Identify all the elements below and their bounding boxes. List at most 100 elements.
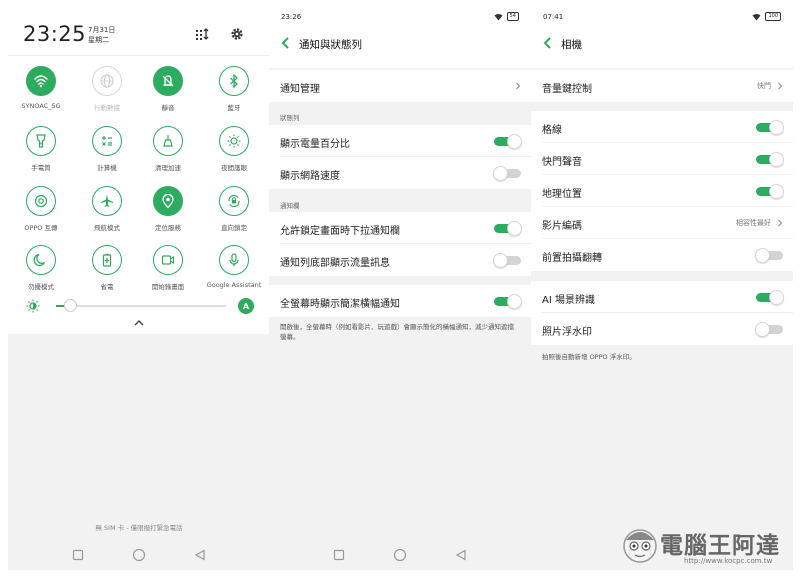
quick-tile-sun-eye[interactable]: 夜間護眼 xyxy=(203,126,265,172)
nav-bar xyxy=(269,540,531,570)
row-label: 快門聲音 xyxy=(542,157,582,168)
quick-tile-location[interactable]: 定位服務 xyxy=(137,186,199,232)
recents-square-icon[interactable] xyxy=(72,549,84,561)
row-label: 地理位置 xyxy=(542,189,582,200)
quick-tile-calculator[interactable]: 計算機 xyxy=(76,126,138,172)
tile-label: 夜間護眼 xyxy=(221,164,247,172)
tile-circle xyxy=(92,186,122,216)
weekday-text: 星期二 xyxy=(88,36,109,44)
battery-save-icon xyxy=(102,253,112,267)
tile-label: 飛航模式 xyxy=(94,224,120,232)
quick-tile-airplane[interactable]: 飛航模式 xyxy=(76,186,138,232)
gear-icon[interactable] xyxy=(229,26,245,42)
photo-watermark-description: 拍照後自動新增 OPPO 浮水印。 xyxy=(542,353,636,361)
location-row[interactable]: 地理位置 xyxy=(531,175,793,207)
quick-tile-wifi[interactable]: SYNOAC_5G xyxy=(10,66,72,110)
quick-tile-moon[interactable]: 勿擾模式 xyxy=(10,245,72,291)
recents-square-icon[interactable] xyxy=(333,549,345,561)
battery-percent-row[interactable]: 顯示電量百分比 xyxy=(269,125,531,157)
toggle-knob xyxy=(493,166,508,181)
tile-label: 手電筒 xyxy=(31,164,51,172)
site-watermark: 電腦王阿達 http://www.kocpc.com.tw xyxy=(616,520,796,574)
quick-tile-flashlight[interactable]: 手電筒 xyxy=(10,126,72,172)
photo-watermark-row[interactable]: 照片浮水印 xyxy=(531,313,793,345)
tile-circle xyxy=(92,126,122,156)
quick-tile-mic[interactable]: Google Assistant xyxy=(203,245,265,289)
tile-circle xyxy=(219,186,249,216)
lock-pulldown-toggle[interactable] xyxy=(494,221,522,236)
tile-circle xyxy=(153,66,183,96)
mic-icon xyxy=(229,253,239,266)
row-value: 快門 xyxy=(757,82,771,90)
quick-tile-bluetooth[interactable]: 藍牙 xyxy=(203,66,265,112)
quick-tile-screen-record[interactable]: 開始錄畫面 xyxy=(137,245,199,291)
front-mirror-row[interactable]: 前置拍攝翻轉 xyxy=(531,239,793,271)
volume-key-row[interactable]: 音量鍵控制 快門 xyxy=(531,70,793,102)
screenshot-frame: 23:25 7月31日 星期二 SYNOAC_5G 行動數據 靜音 藍牙 手電筒 計算機 清… xyxy=(0,0,800,578)
quick-tile-battery-save[interactable]: 省電 xyxy=(76,245,138,291)
header-divider xyxy=(8,55,270,56)
rotation-lock-icon xyxy=(228,194,240,208)
back-triangle-icon[interactable] xyxy=(455,549,467,561)
brightness-track[interactable] xyxy=(62,305,226,307)
location-toggle[interactable] xyxy=(756,184,784,199)
row-label: 允許鎖定畫面時下拉通知欄 xyxy=(280,226,400,237)
quick-tile-broom[interactable]: 清理加速 xyxy=(137,126,199,172)
toggle-knob xyxy=(493,253,508,268)
back-arrow-icon[interactable] xyxy=(541,36,555,50)
fullscreen-banner-toggle[interactable] xyxy=(494,294,522,309)
ai-scene-row[interactable]: AI 場景辨識 xyxy=(531,281,793,313)
auto-brightness-button[interactable]: A xyxy=(238,298,254,314)
photo-watermark-toggle[interactable] xyxy=(755,322,784,337)
page-title: 相機 xyxy=(561,39,582,51)
quick-tile-globe[interactable]: 行動數據 xyxy=(76,66,138,112)
notification-manage-row[interactable]: 通知管理 xyxy=(269,70,531,102)
tile-circle xyxy=(26,186,56,216)
tile-label: 省電 xyxy=(100,283,114,291)
watermark-text: 電腦王阿達 xyxy=(660,533,780,559)
brightness-sun-icon xyxy=(26,299,40,313)
traffic-info-toggle[interactable] xyxy=(493,253,522,268)
chevron-up-icon[interactable] xyxy=(132,318,146,328)
bluetooth-icon xyxy=(230,73,238,89)
quick-tile-share[interactable]: OPPO 互傳 xyxy=(10,186,72,232)
row-label: 前置拍攝翻轉 xyxy=(542,253,602,264)
tile-label: SYNOAC_5G xyxy=(21,102,61,110)
network-speed-toggle[interactable] xyxy=(493,166,522,181)
row-label: 照片浮水印 xyxy=(542,327,592,338)
share-icon xyxy=(34,194,48,208)
row-label: 格線 xyxy=(542,125,562,136)
tile-circle xyxy=(219,245,249,275)
shutter-sound-row[interactable]: 快門聲音 xyxy=(531,143,793,175)
tile-label: Google Assistant xyxy=(206,281,262,289)
ai-scene-toggle[interactable] xyxy=(756,290,784,305)
battery-percent-toggle[interactable] xyxy=(494,134,522,149)
quick-tile-rotation-lock[interactable]: 直向鎖定 xyxy=(203,186,265,232)
edit-tiles-icon[interactable] xyxy=(194,26,210,42)
clock-time: 23:25 xyxy=(23,22,87,46)
quick-tile-bell-mute[interactable]: 靜音 xyxy=(137,66,199,112)
tile-label: 直向鎖定 xyxy=(221,224,247,232)
fullscreen-banner-row[interactable]: 全螢幕時顯示簡潔橫幅通知 xyxy=(269,285,531,317)
row-value: 相容性最好 xyxy=(736,219,771,227)
back-triangle-icon[interactable] xyxy=(194,549,206,561)
home-circle-icon[interactable] xyxy=(393,548,407,562)
grid-row[interactable]: 格線 xyxy=(531,111,793,143)
toggle-knob xyxy=(769,290,784,305)
back-arrow-icon[interactable] xyxy=(279,36,293,50)
traffic-info-row[interactable]: 通知列底部顯示流量訊息 xyxy=(269,244,531,276)
brightness-slider-thumb[interactable] xyxy=(64,299,78,312)
top-app-bar: 通知與狀態列 xyxy=(269,26,531,68)
home-circle-icon[interactable] xyxy=(132,548,146,562)
tile-circle xyxy=(92,245,122,275)
shutter-sound-toggle[interactable] xyxy=(756,152,784,167)
grid-toggle[interactable] xyxy=(756,120,784,135)
tile-circle xyxy=(219,126,249,156)
video-codec-row[interactable]: 影片編碼 相容性最好 xyxy=(531,207,793,239)
front-mirror-toggle[interactable] xyxy=(755,248,784,263)
toggle-knob xyxy=(755,248,770,263)
lock-pulldown-row[interactable]: 允許鎖定畫面時下拉通知欄 xyxy=(269,212,531,244)
network-speed-row[interactable]: 顯示網路速度 xyxy=(269,157,531,189)
tile-circle xyxy=(26,66,56,96)
screen-record-icon xyxy=(161,255,175,265)
